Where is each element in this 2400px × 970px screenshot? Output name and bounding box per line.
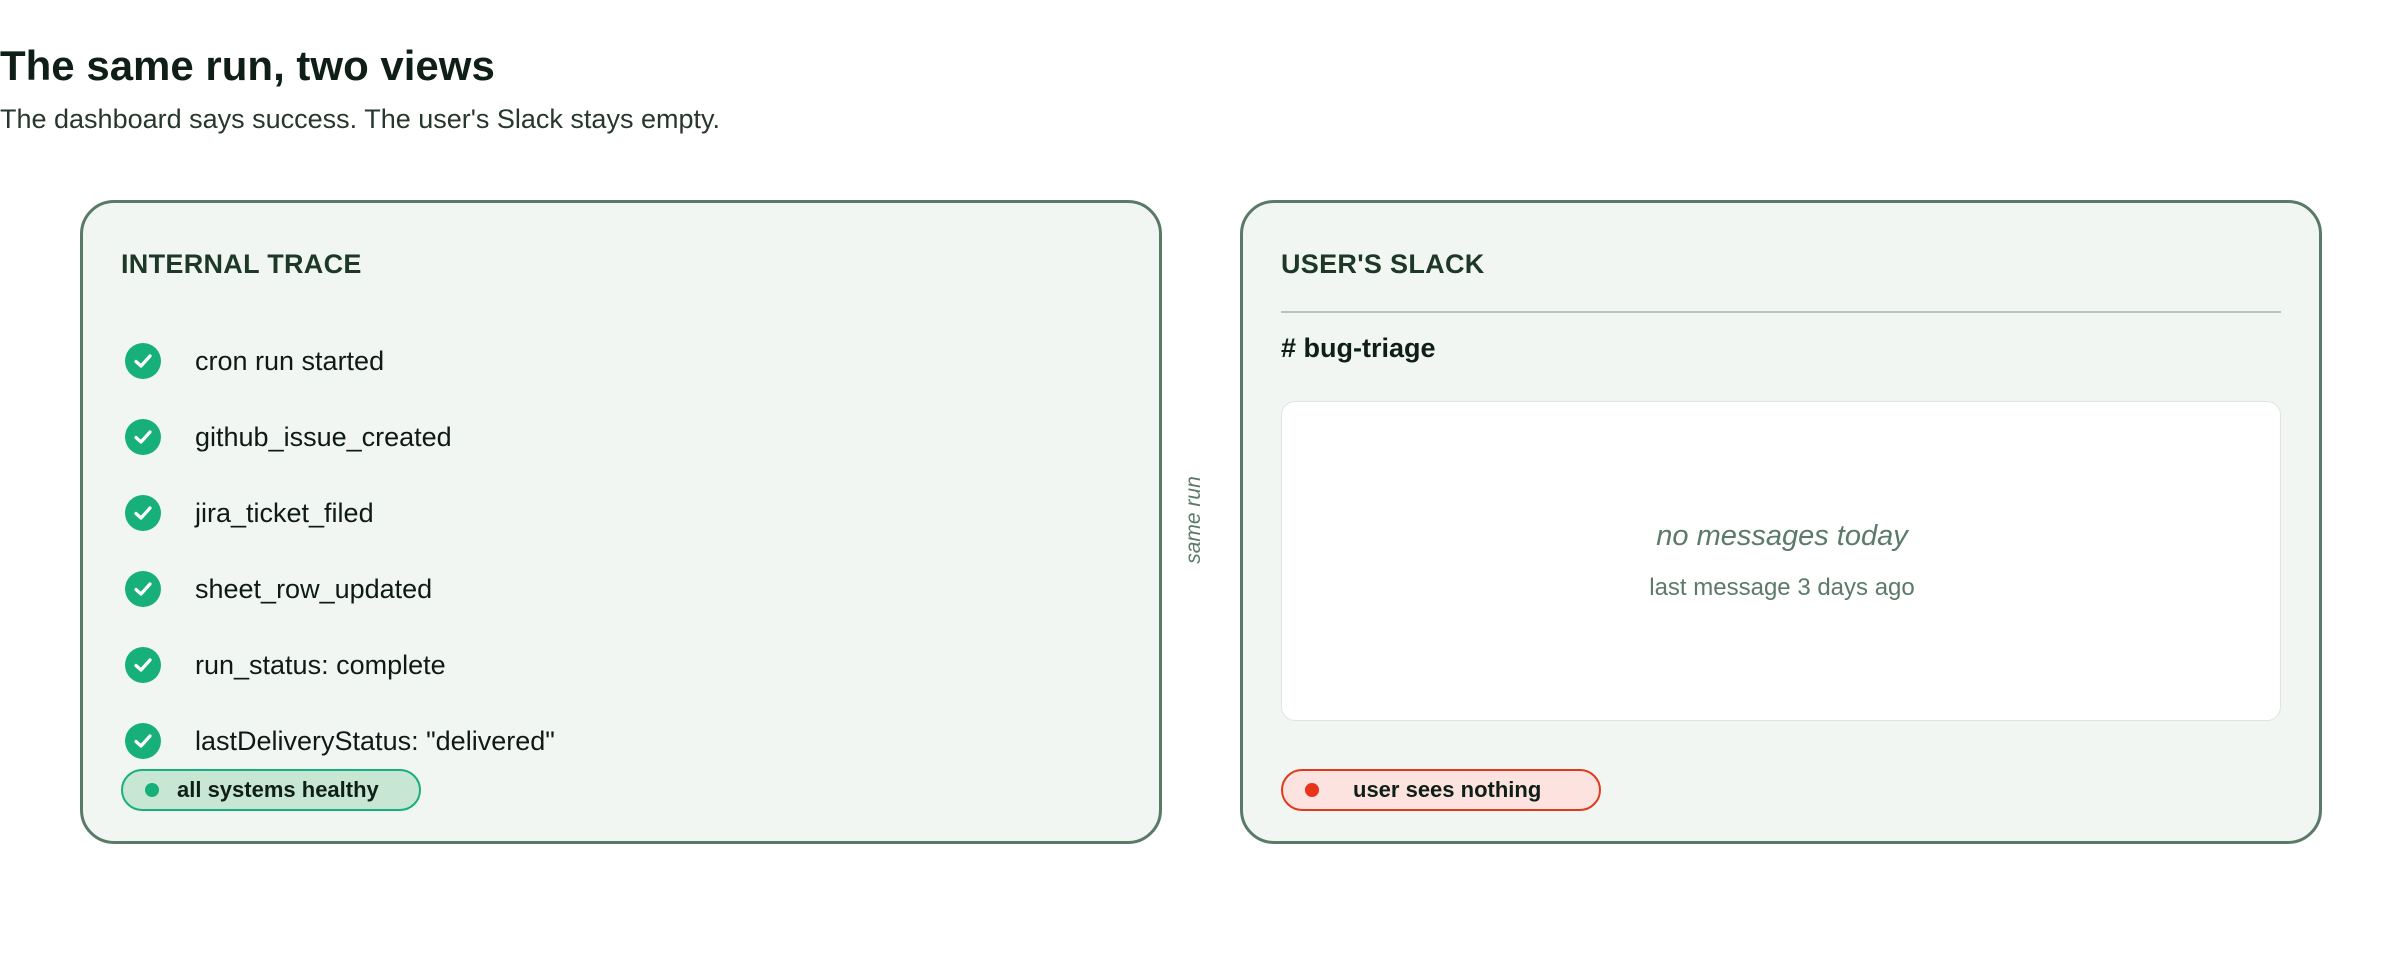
message-area: no messages today last message 3 days ag…	[1281, 401, 2281, 721]
trace-item: cron run started	[125, 323, 555, 399]
trace-list: cron run started github_issue_created ji…	[125, 323, 555, 779]
status-dot-icon	[1305, 783, 1319, 797]
page-subtitle: The dashboard says success. The user's S…	[0, 104, 720, 134]
slack-divider	[1281, 311, 2281, 313]
trace-item: jira_ticket_filed	[125, 475, 555, 551]
trace-item-label: jira_ticket_filed	[195, 497, 374, 528]
same-run-label: same run	[1182, 476, 1205, 564]
trace-item: run_status: complete	[125, 627, 555, 703]
check-circle-icon	[125, 343, 161, 379]
internal-trace-heading: INTERNAL TRACE	[121, 249, 362, 279]
status-badge-label: all systems healthy	[177, 777, 379, 802]
slack-channel-name: # bug-triage	[1281, 333, 1436, 363]
internal-trace-panel: INTERNAL TRACE cron run started github_i…	[80, 200, 1162, 844]
trace-item-label: lastDeliveryStatus: "delivered"	[195, 725, 555, 756]
trace-item-label: github_issue_created	[195, 421, 452, 452]
trace-item: github_issue_created	[125, 399, 555, 475]
check-circle-icon	[125, 723, 161, 759]
check-circle-icon	[125, 571, 161, 607]
empty-state-title: no messages today	[1656, 520, 1908, 552]
status-dot-icon	[145, 783, 159, 797]
trace-item: lastDeliveryStatus: "delivered"	[125, 703, 555, 779]
users-slack-panel: USER'S SLACK # bug-triage no messages to…	[1240, 200, 2322, 844]
users-slack-heading: USER'S SLACK	[1281, 249, 1485, 279]
trace-item-label: run_status: complete	[195, 649, 446, 680]
nothing-status-badge: user sees nothing	[1281, 769, 1601, 811]
healthy-status-badge: all systems healthy	[121, 769, 421, 811]
trace-item-label: cron run started	[195, 345, 385, 376]
check-circle-icon	[125, 495, 161, 531]
diagram-canvas: The same run, two views The dashboard sa…	[0, 0, 2400, 970]
check-circle-icon	[125, 419, 161, 455]
check-circle-icon	[125, 647, 161, 683]
empty-state-subtitle: last message 3 days ago	[1649, 574, 1915, 601]
trace-item: sheet_row_updated	[125, 551, 555, 627]
status-badge-label: user sees nothing	[1353, 777, 1542, 802]
trace-item-label: sheet_row_updated	[195, 573, 433, 604]
page-title: The same run, two views	[0, 42, 495, 89]
